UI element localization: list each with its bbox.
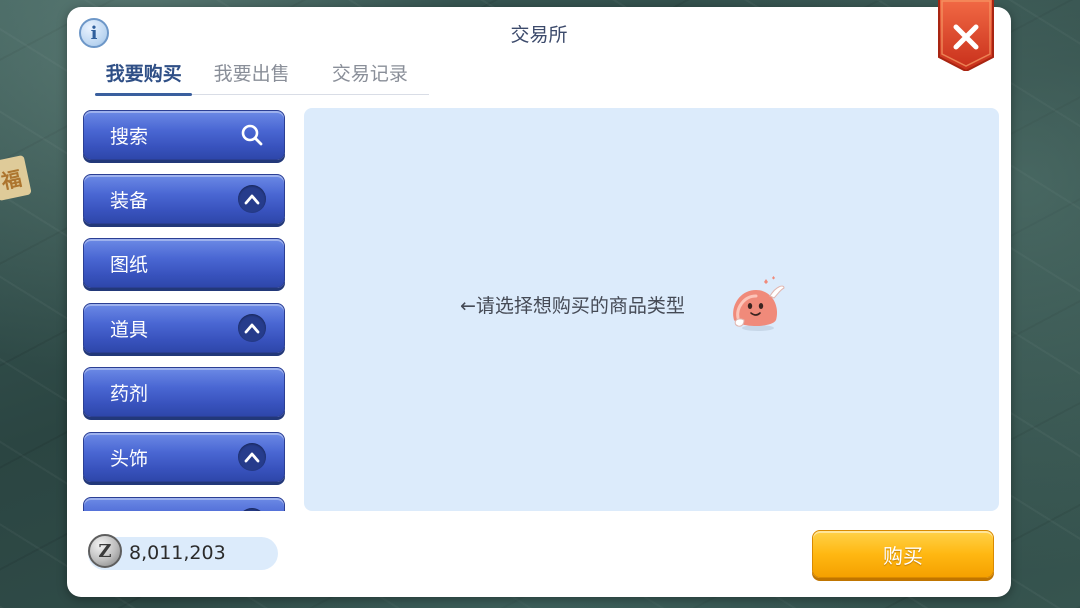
zeny-amount: 8,011,203 — [129, 542, 226, 564]
category-list[interactable]: 搜索 装备 图纸 道具 药剂 头饰 — [83, 108, 287, 511]
close-button[interactable] — [937, 0, 995, 71]
close-icon — [938, 0, 994, 71]
exchange-dialog: i 交易所 我要购买 我要出售 交易记录 搜索 装备 图纸 道具 药剂 头饰 ←… — [67, 0, 1011, 597]
tab-sell[interactable]: 我要出售 — [192, 57, 310, 94]
category-label: 装备 — [110, 189, 149, 212]
poring-mascot-icon — [726, 276, 786, 332]
category-label: 搜索 — [110, 125, 149, 148]
category-headgear-button[interactable]: 头饰 — [83, 432, 285, 482]
dialog-title: 交易所 — [510, 24, 568, 46]
chevron-up-icon[interactable] — [238, 185, 266, 213]
category-blueprint-button[interactable]: 图纸 — [83, 238, 285, 288]
category-items-button[interactable]: 道具 — [83, 303, 285, 353]
zeny-coin-icon: Z — [88, 534, 122, 568]
tab-history[interactable]: 交易记录 — [311, 57, 429, 94]
category-label: 图纸 — [110, 253, 149, 276]
select-category-hint: ←请选择想购买的商品类型 — [460, 295, 685, 317]
tab-bar: 我要购买 我要出售 交易记录 — [95, 57, 429, 96]
category-potion-button[interactable]: 药剂 — [83, 367, 285, 417]
chevron-up-icon[interactable] — [238, 314, 266, 342]
chevron-up-icon[interactable] — [238, 508, 266, 511]
category-search-button[interactable]: 搜索 — [83, 110, 285, 160]
buy-button[interactable]: 购买 — [812, 530, 994, 578]
category-label: 头饰 — [110, 447, 149, 470]
category-label: 药剂 — [110, 382, 149, 405]
chevron-wrapper — [238, 508, 266, 511]
zeny-balance: Z 8,011,203 — [88, 534, 278, 570]
category-equipment-button[interactable]: 装备 — [83, 174, 285, 224]
category-label: 道具 — [110, 318, 149, 341]
item-content-panel: ←请选择想购买的商品类型 — [304, 108, 999, 511]
chevron-up-icon[interactable] — [238, 443, 266, 471]
category-partial-button[interactable] — [83, 497, 285, 511]
search-icon — [238, 121, 266, 149]
chevron-wrapper — [238, 185, 266, 213]
chevron-wrapper — [238, 443, 266, 471]
tab-buy[interactable]: 我要购买 — [95, 57, 193, 96]
chevron-wrapper — [238, 314, 266, 342]
